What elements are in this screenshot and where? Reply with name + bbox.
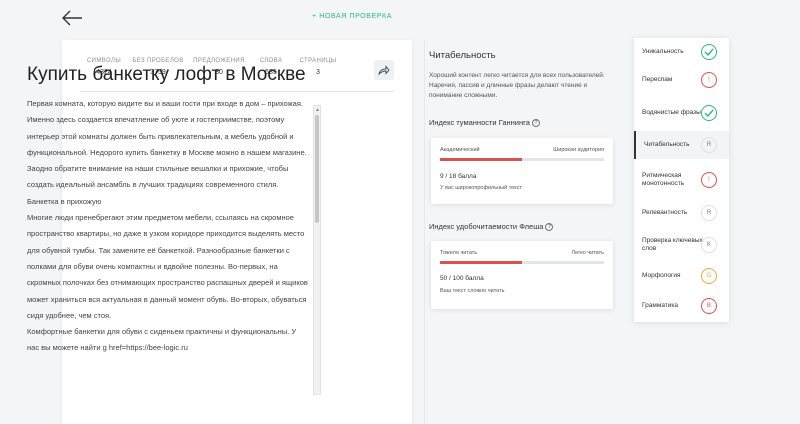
status-badge-icon: K [701, 237, 717, 253]
check-item-label: Грамматика [642, 302, 679, 309]
check-item-label: Читабельность [644, 141, 690, 148]
gunning-card: Академический Широкая аудитория 9 / 18 ба… [431, 138, 613, 204]
check-item-label: Уникальность [642, 48, 684, 55]
gunning-note: У вас широкопрофильный текст [440, 185, 522, 191]
new-check-button[interactable]: + НОВАЯ ПРОВЕРКА [312, 13, 392, 20]
divider [424, 40, 425, 424]
help-icon[interactable]: ? [531, 118, 540, 127]
paragraph[interactable]: Комфортные банкетки для обуви с сиденьем… [27, 324, 309, 357]
paragraph[interactable]: Многие люди пренебрегают этим предметом … [27, 210, 309, 324]
check-item-label: Ритмическая монотонность [642, 172, 685, 187]
status-badge-icon: ! [701, 172, 717, 188]
flesch-card: Тяжело читать Легко читать 50 / 100 балла… [431, 241, 613, 309]
status-badge-text: R [706, 210, 712, 216]
status-badge-icon: R [701, 205, 717, 221]
check-item-8[interactable]: Грамматика B [634, 290, 729, 322]
gunning-score: 9 / 18 балла [440, 173, 477, 180]
check-item-1[interactable]: Переспам! [634, 64, 729, 96]
check-item-label: Релевантность [642, 209, 688, 216]
check-item-7[interactable]: Морфология G [634, 262, 729, 290]
share-button[interactable] [374, 60, 394, 80]
gunning-bar [440, 158, 604, 161]
check-item-4[interactable]: Ритмическая монотонность! [634, 161, 729, 199]
flesch-bar [440, 261, 604, 264]
flesch-bar-fill [440, 261, 522, 264]
status-badge-text: B [706, 303, 711, 309]
status-badge-icon: R [701, 137, 717, 153]
status-badge-icon: B [701, 298, 717, 314]
scroll-up-icon[interactable]: ▲ [315, 107, 320, 113]
paragraph-heading[interactable]: Банкетка в прихожую [27, 194, 309, 210]
scrollbar-thumb[interactable] [315, 115, 319, 223]
check-item-label: Проверка ключевых слов [642, 237, 703, 252]
flesch-score: 50 / 100 балла [440, 275, 484, 282]
panel-description: Хороший контент легко читается для всех … [429, 72, 605, 99]
check-item-label: Переспам [642, 76, 673, 83]
help-icon[interactable]: ? [545, 222, 554, 231]
check-item-3[interactable]: Читабельность R [634, 131, 729, 159]
back-arrow-icon[interactable] [60, 8, 84, 28]
check-item-6[interactable]: Проверка ключевых слов K [634, 228, 729, 262]
status-badge-icon: G [701, 268, 717, 284]
paragraph[interactable]: Первая комната, которую видите вы и ваши… [27, 96, 309, 194]
gunning-bar-fill [440, 158, 522, 161]
flesch-title: Индекс удобочитаемости Флеша ? [429, 222, 554, 231]
status-badge-text: ! [708, 177, 710, 183]
share-icon [378, 65, 390, 75]
status-badge-text: R [706, 142, 712, 148]
status-badge-text: K [706, 242, 711, 248]
status-badge-icon: ! [701, 72, 717, 88]
status-badge-text: ! [708, 77, 710, 83]
panel-title: Читабельность [429, 50, 496, 61]
check-ok-icon [701, 105, 717, 121]
check-item-2[interactable]: Водянистые фразы [634, 96, 729, 130]
check-item-5[interactable]: Релевантность R [634, 199, 729, 227]
document-text[interactable]: Первая комната, которую видите вы и ваши… [27, 96, 309, 357]
flesch-note: Ваш текст сложно читать [440, 288, 505, 294]
check-item-0[interactable]: Уникальность [634, 38, 729, 66]
gunning-title: Индекс туманности Ганнинга ? [429, 118, 540, 127]
status-badge-text: G [706, 273, 712, 279]
checks-menu: Уникальность Переспам! Водянистые фразы Чит… [634, 38, 729, 322]
editor-scrollbar[interactable]: ▲ [313, 105, 321, 395]
document-title[interactable]: Купить банкетку лофт в Москве [27, 64, 306, 86]
check-item-label: Морфология [642, 272, 681, 279]
check-ok-icon [701, 44, 717, 60]
check-item-label: Водянистые фразы [642, 109, 701, 116]
